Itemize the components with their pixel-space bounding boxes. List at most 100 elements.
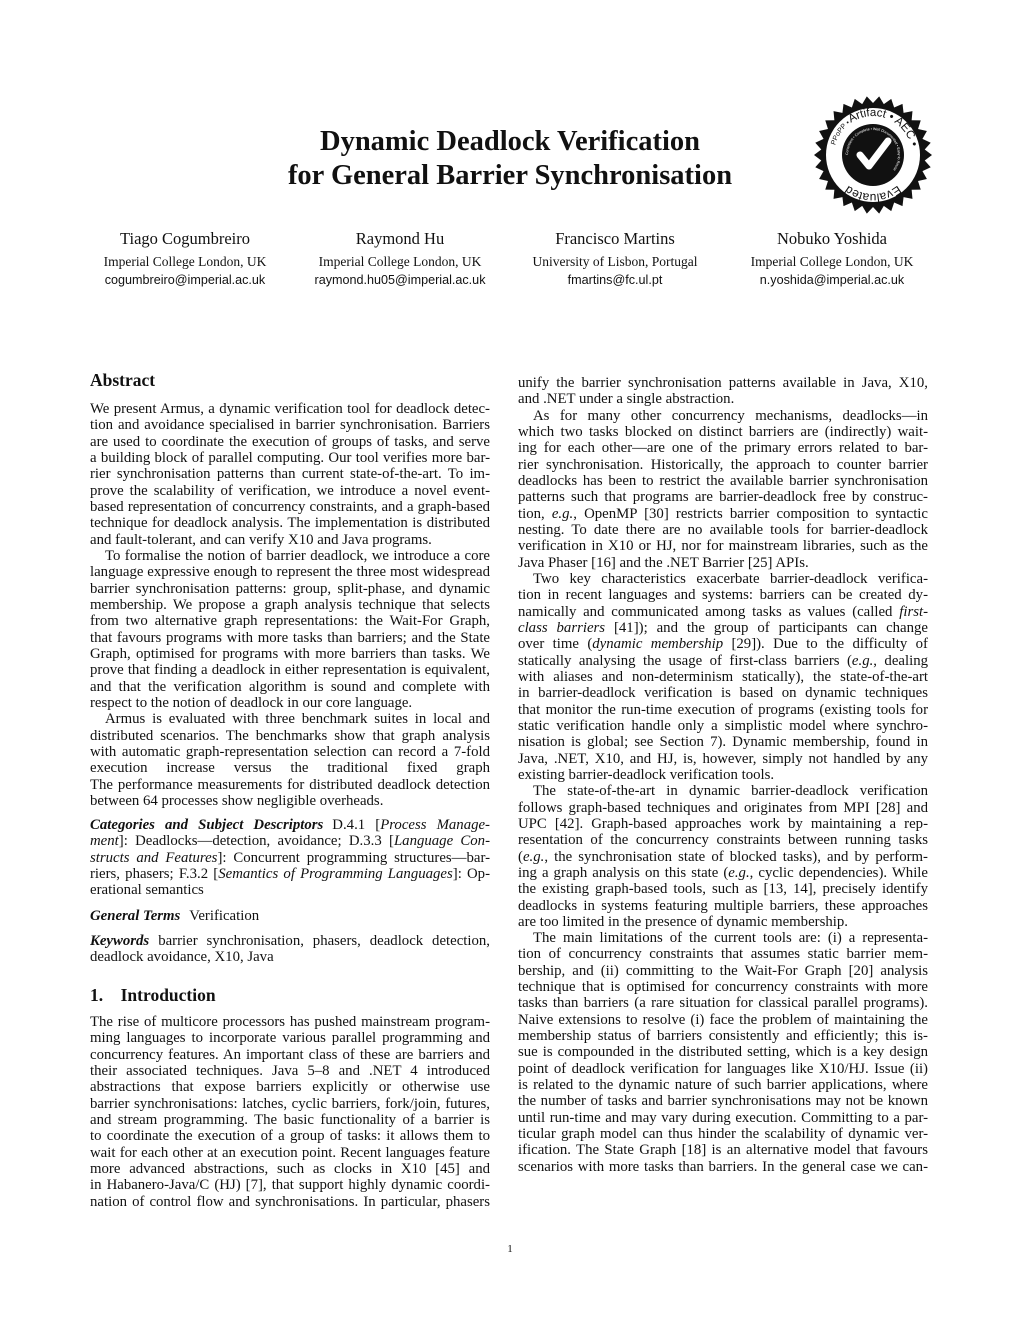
- text-line: ming languages to incorporate various pa…: [90, 1030, 490, 1047]
- text-line: membership. We propose a graph analysis …: [90, 596, 490, 613]
- text-line: UPC [42]. Graph-based approaches work by…: [518, 815, 928, 832]
- field-label: General Terms: [90, 908, 181, 924]
- text-line: existing barrier-deadlock verification t…: [518, 766, 775, 783]
- text-segment: ing a graph analysis on this state (: [518, 864, 729, 881]
- italic-text: Semantics of Programming Languages: [218, 865, 453, 882]
- text-segment: , dealing: [873, 652, 928, 669]
- text-segment: riers, phasers; F.3.2 [: [90, 865, 219, 882]
- text-line: Categories and Subject Descriptors D.4.1 …: [90, 817, 490, 833]
- text-line: ification. The State Graph [18] is an al…: [518, 1142, 928, 1159]
- author: Raymond Hu Imperial College London, UK r…: [290, 229, 510, 289]
- author-email[interactable]: raymond.hu05@imperial.ac.uk: [290, 271, 510, 289]
- text-line: prove that finding a deadlock in either …: [90, 662, 490, 679]
- text-line: from two alternative graph representatio…: [90, 613, 490, 630]
- text-segment: D.4.1 [: [332, 817, 381, 833]
- text-line: that favours programs with more tasks th…: [90, 629, 490, 646]
- text-line: are too limited in the presence of dynam…: [518, 913, 848, 930]
- text-line: which two tasks blocked on distinct barr…: [518, 423, 928, 440]
- author-email[interactable]: cogumbreiro@imperial.ac.uk: [75, 271, 295, 289]
- text-line: and fault-tolerant, and can verify X10 a…: [90, 531, 432, 548]
- text-line: nation of control flow and synchronisati…: [90, 1193, 490, 1210]
- italic-text: class barriers: [518, 619, 606, 636]
- general-terms: General Terms Verification: [90, 908, 490, 924]
- text-line: deadlocks has been to restrict the avail…: [518, 472, 928, 489]
- author-affiliation: University of Lisbon, Portugal: [532, 254, 698, 269]
- text-line: and that the verification algorithm is s…: [90, 678, 490, 695]
- text-line: and stream programming. The basic functi…: [90, 1111, 490, 1128]
- introduction-body-continued: unify the barrier synchronisation patter…: [518, 375, 928, 1175]
- text-line: follows graph-based techniques and origi…: [518, 799, 928, 816]
- text-line: statically analysing the usage of first-…: [518, 653, 928, 669]
- text-line: Java Phaser [16] and the .NET Barrier [2…: [518, 554, 809, 571]
- text-line: to coordinate the execution of a group o…: [90, 1128, 490, 1145]
- introduction-heading: 1. Introduction: [90, 985, 216, 1005]
- italic-text: Language Con-: [393, 833, 490, 850]
- text-line: rier synchronisation patterns than curre…: [90, 466, 490, 483]
- keywords: Keywords barrier synchronisation, phasers…: [90, 933, 490, 966]
- text-line: with aliases and non-determinism statica…: [518, 668, 928, 685]
- text-segment: , OpenMP [30] restricts barrier composit…: [573, 505, 928, 522]
- text-line: To formalise the notion of barrier deadl…: [105, 547, 490, 564]
- text-line: deadlocks in systems featuring multiple …: [518, 897, 928, 914]
- abstract-heading: Abstract: [90, 370, 156, 390]
- author-affiliation: Imperial College London, UK: [103, 254, 267, 269]
- text-line: nesting. To date there are no available …: [518, 521, 928, 538]
- text-line: based representation of concurrency cons…: [90, 498, 490, 515]
- text-line: bership, and (ii) committing to the Wait…: [518, 962, 928, 979]
- italic-text: e.g.: [851, 652, 874, 669]
- text-line: resentation of the concurrency constrain…: [518, 832, 928, 849]
- italic-text: ment: [90, 833, 119, 850]
- text-segment: Verification: [189, 908, 260, 924]
- text-line: riers, phasers; F.3.2 [Semantics of Prog…: [90, 866, 490, 882]
- author-email[interactable]: n.yoshida@imperial.ac.uk: [722, 271, 942, 289]
- text-segment: [29]). Due to the difficulty of: [723, 636, 928, 653]
- italic-text: dynamic membership: [592, 636, 724, 653]
- text-line: over time (dynamic membership [29]). Due…: [518, 636, 928, 652]
- text-line: is related to the dynamic nature of such…: [518, 1077, 928, 1094]
- text-line: ing a graph analysis on this state (e.g.…: [518, 865, 928, 881]
- text-line: technique for deadlock analysis. The imp…: [90, 515, 490, 532]
- text-line: class barriers [41]); and the group of p…: [518, 620, 928, 636]
- text-line: General Terms Verification: [90, 908, 490, 924]
- text-segment: ]: Op-: [452, 865, 490, 882]
- author-affiliation: Imperial College London, UK: [750, 254, 914, 269]
- text-line: static verification handle only a simpli…: [518, 717, 928, 734]
- italic-text: structs and Features: [90, 849, 218, 866]
- text-line: until run-time and may vary during execu…: [518, 1109, 928, 1126]
- author-name: Tiago Cogumbreiro: [119, 229, 251, 248]
- author: Tiago Cogumbreiro Imperial College Londo…: [75, 229, 295, 289]
- text-line: tion in recent languages and systems: ba…: [518, 587, 928, 604]
- text-line: Keywords barrier synchronisation, phasers…: [90, 933, 490, 949]
- text-line: (e.g., the synchronisation state of bloc…: [518, 849, 928, 865]
- text-line: The state-of-the-art in dynamic barrier-…: [533, 783, 928, 800]
- text-line: The main limitations of the current tool…: [533, 930, 928, 947]
- text-line: Graph, optimised for programs with more …: [90, 645, 490, 662]
- text-line: patterns such that programs are barrier-…: [518, 489, 928, 506]
- italic-text: e.g.: [728, 864, 750, 881]
- text-line: prove the scalability of verification, w…: [90, 482, 490, 499]
- text-line: barrier synchronisation patterns: group,…: [90, 580, 490, 597]
- text-segment: tion,: [518, 505, 552, 522]
- text-line: ing for each other—are one of the primar…: [518, 440, 928, 457]
- text-line: execution increase versus the traditiona…: [90, 760, 490, 777]
- text-line: language expressive enough to represent …: [90, 564, 490, 581]
- text-line: distributed scenarios. The benchmarks sh…: [90, 727, 490, 744]
- text-line: between 64 processes show negligible ove…: [90, 792, 384, 809]
- text-line: with automatic graph-representation sele…: [90, 743, 490, 760]
- text-segment: ]: Concurrent programming structures—bar…: [217, 849, 490, 866]
- author-email[interactable]: fmartins@fc.ul.pt: [505, 271, 725, 289]
- text-line: tasks than barriers (a rare situation fo…: [518, 995, 928, 1012]
- text-line: barrier synchronisations: latches, cycli…: [90, 1095, 490, 1112]
- page-number: 1: [507, 1243, 513, 1255]
- author-name: Raymond Hu: [355, 229, 445, 248]
- text-line: in barrier-deadlock verification is base…: [518, 685, 928, 702]
- text-line: tion of concurrency constraints that ass…: [518, 946, 928, 963]
- text-line: the existing graph-based tools, such as …: [518, 881, 928, 898]
- text-line: The performance measurements for distrib…: [90, 776, 490, 793]
- text-line: their associated techniques. Java 5–8 an…: [90, 1062, 490, 1079]
- text-segment: namically and communicated among tasks a…: [518, 603, 900, 620]
- text-line: ment]: Deadlocks—detection, avoidance; D…: [90, 833, 490, 849]
- text-line: Two key characteristics exacerbate barri…: [533, 570, 928, 587]
- text-segment: [41]); and the group of participants can…: [605, 619, 928, 636]
- text-line: are used to coordinate the execution of …: [90, 433, 490, 450]
